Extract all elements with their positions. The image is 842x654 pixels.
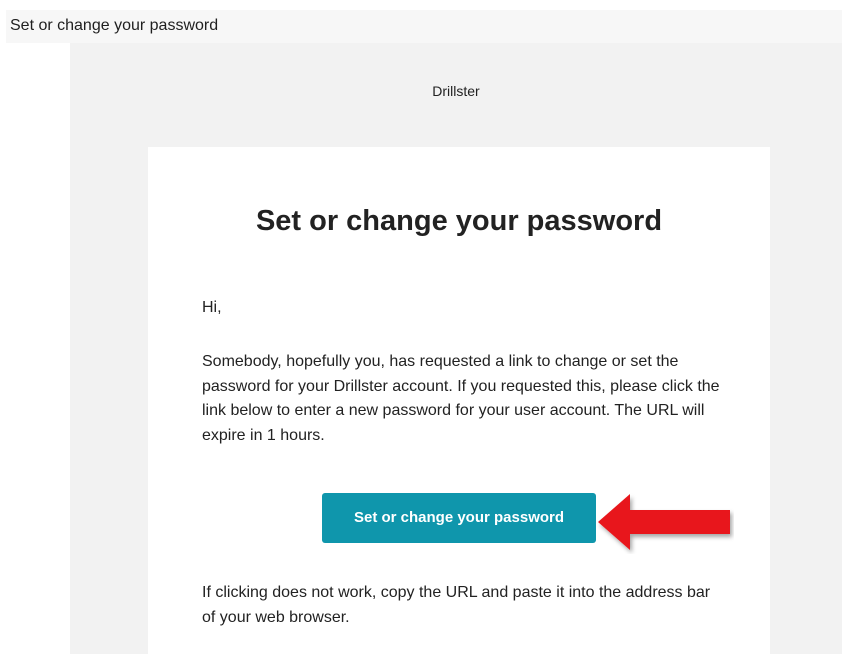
greeting-text: Hi, <box>202 299 222 316</box>
subject-bar: Set or change your password <box>6 10 842 43</box>
body-paragraph: Somebody, hopefully you, has requested a… <box>202 353 720 444</box>
set-password-button[interactable]: Set or change your password <box>322 493 596 543</box>
email-subject: Set or change your password <box>10 17 219 34</box>
brand-name: Drillster <box>432 83 480 99</box>
red-arrow-icon <box>598 494 730 550</box>
arrow-shape <box>598 494 730 550</box>
email-title: Set or change your password <box>255 205 663 237</box>
email-view: Set or change your password Drillster Se… <box>0 0 842 654</box>
email-card: Set or change your password Hi, Somebody… <box>148 147 770 654</box>
fallback-paragraph: If clicking does not work, copy the URL … <box>202 584 711 626</box>
email-body-canvas: Drillster Set or change your password Hi… <box>70 43 842 654</box>
